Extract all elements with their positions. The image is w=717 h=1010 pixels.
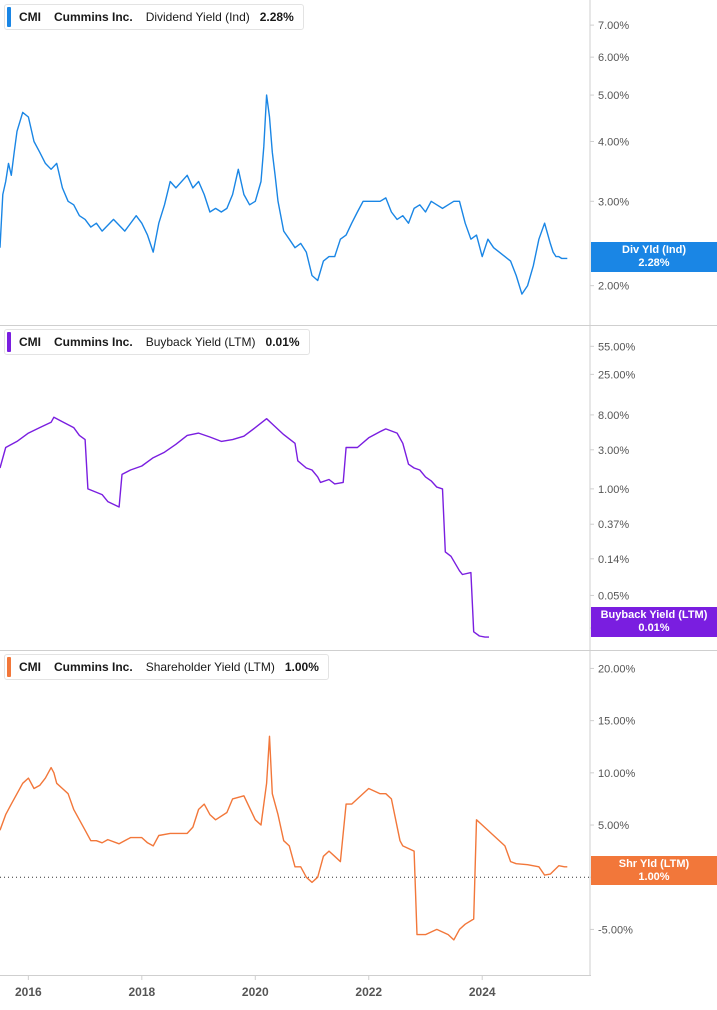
y-tick-label: 0.37% — [598, 519, 629, 531]
legend-company: Cummins Inc. — [54, 660, 133, 674]
legend-swatch — [7, 332, 11, 352]
flag-value: 2.28% — [638, 257, 670, 269]
flag-label: Shr Yld (LTM) — [618, 858, 690, 870]
legend-metric: Buyback Yield (LTM) — [145, 335, 256, 349]
x-tick-label: 2018 — [128, 985, 155, 999]
legend-dividend-yield[interactable]: CMI Cummins Inc. Dividend Yield (Ind) 2.… — [4, 4, 304, 30]
legend-metric: Dividend Yield (Ind) — [145, 10, 250, 24]
y-tick-label: 6.00% — [598, 52, 629, 64]
y-tick-label: -5.00% — [598, 924, 633, 936]
y-tick-label: 8.00% — [598, 410, 629, 422]
legend-value: 1.00% — [284, 660, 319, 674]
y-tick-label: 5.00% — [598, 90, 629, 102]
series-line — [0, 416, 489, 638]
series-line — [0, 94, 568, 295]
legend-ticker[interactable]: CMI — [19, 10, 41, 24]
legend-company: Cummins Inc. — [54, 335, 133, 349]
y-tick-label: 10.00% — [598, 768, 636, 780]
legend-shareholder-yield[interactable]: CMI Cummins Inc. Shareholder Yield (LTM)… — [4, 654, 329, 680]
y-tick-label: 15.00% — [598, 716, 636, 728]
y-tick-label: 1.00% — [598, 484, 629, 496]
y-tick-label: 0.05% — [598, 590, 629, 602]
y-tick-label: 2.00% — [598, 281, 629, 293]
legend-buyback-yield[interactable]: CMI Cummins Inc. Buyback Yield (LTM) 0.0… — [4, 329, 310, 355]
y-tick-label: 55.00% — [598, 341, 636, 353]
y-tick-label: 0.14% — [598, 554, 629, 566]
legend-swatch — [7, 7, 11, 27]
y-tick-label: 7.00% — [598, 20, 629, 32]
x-tick-label: 2024 — [469, 985, 496, 999]
x-tick-label: 2020 — [242, 985, 269, 999]
x-tick-label: 2016 — [15, 985, 42, 999]
chart-canvas: 7.00% 6.00% 5.00% 4.00% 3.00% 2.00% 55.00% 25.0… — [0, 0, 717, 999]
current-value-flag-dividend: Div Yld (Ind) 2.28% — [591, 242, 717, 272]
legend-value: 2.28% — [259, 10, 294, 24]
current-value-flag-shareholder: Shr Yld (LTM) 1.00% — [591, 856, 717, 885]
flag-value: 1.00% — [638, 871, 670, 883]
chart-area: 7.00% 6.00% 5.00% 4.00% 3.00% 2.00% 55.00% 25.0… — [0, 0, 717, 1005]
y-tick-label: 3.00% — [598, 445, 629, 457]
legend-value: 0.01% — [265, 335, 300, 349]
x-tick-label: 2022 — [355, 985, 382, 999]
flag-value: 0.01% — [638, 622, 670, 634]
y-tick-label: 4.00% — [598, 136, 629, 148]
legend-ticker[interactable]: CMI — [19, 335, 41, 349]
flag-label: Div Yld (Ind) — [622, 244, 686, 256]
legend-metric: Shareholder Yield (LTM) — [145, 660, 275, 674]
y-tick-label: 20.00% — [598, 663, 636, 675]
series-line — [0, 735, 568, 941]
y-tick-label: 3.00% — [598, 196, 629, 208]
y-tick-label: 5.00% — [598, 820, 629, 832]
legend-company: Cummins Inc. — [54, 10, 133, 24]
legend-ticker[interactable]: CMI — [19, 660, 41, 674]
y-tick-label: 25.00% — [598, 369, 636, 381]
current-value-flag-buyback: Buyback Yield (LTM) 0.01% — [591, 607, 717, 637]
flag-label: Buyback Yield (LTM) — [600, 609, 708, 621]
legend-swatch — [7, 657, 11, 677]
